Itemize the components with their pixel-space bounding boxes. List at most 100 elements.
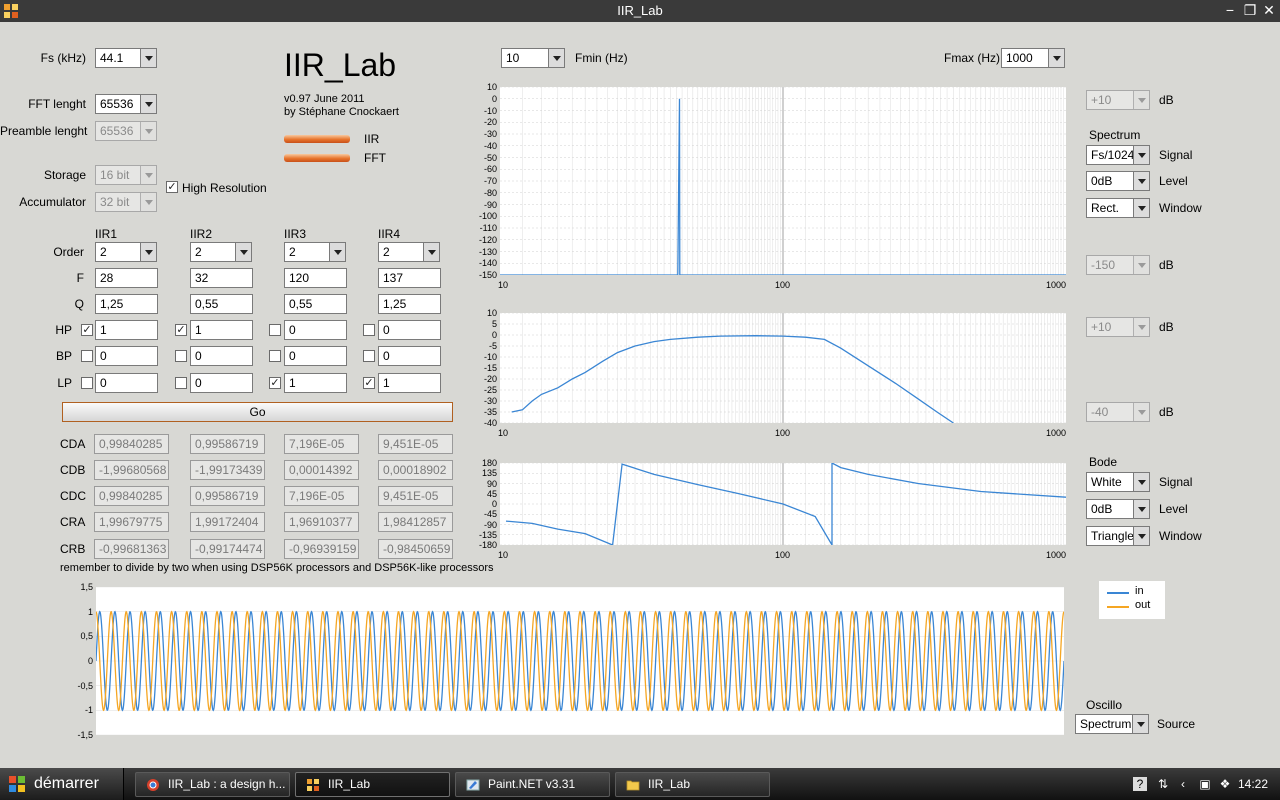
iir1-hp-checkbox[interactable]: ✓	[81, 324, 93, 336]
hp-row-label: HP	[55, 323, 72, 337]
iir4-lp-checkbox[interactable]: ✓	[363, 377, 375, 389]
cra-iir1-value: 1,99679775	[94, 512, 169, 532]
cra-label: CRA	[60, 515, 86, 529]
x-tick-label: 100	[775, 280, 791, 290]
iir3-bp-checkbox[interactable]	[269, 350, 281, 362]
magnitude-plot-area	[500, 313, 1066, 423]
chevron-down-icon	[1133, 146, 1149, 164]
minimize-button[interactable]: −	[1221, 2, 1239, 19]
magnitude-bottom-unit: dB	[1159, 405, 1174, 419]
iir4-hp-checkbox[interactable]	[363, 324, 375, 336]
iir1-lp-checkbox[interactable]	[81, 377, 93, 389]
maximize-button[interactable]: ❐	[1241, 2, 1259, 19]
iir4-order-select[interactable]: 2	[378, 242, 440, 262]
iir2-header: IIR2	[190, 227, 213, 241]
go-button[interactable]: Go	[62, 402, 453, 422]
y-tick-label: 0	[491, 499, 497, 509]
oscillo-source-label: Source	[1157, 717, 1196, 731]
iir4-bp-checkbox[interactable]	[363, 350, 375, 362]
bode-section-label: Bode	[1089, 455, 1118, 469]
spectrum-bottom-unit: dB	[1159, 258, 1174, 272]
iir1-order-select[interactable]: 2	[95, 242, 157, 262]
dropbox-icon[interactable]: ❖	[1218, 777, 1232, 791]
iir3-bp-input[interactable]: 0	[284, 346, 347, 366]
iir4-q-input[interactable]: 1,25	[378, 294, 441, 314]
monitor-icon[interactable]: ▣	[1198, 777, 1212, 791]
iir1-bp-checkbox[interactable]	[81, 350, 93, 362]
legend-in-swatch	[1107, 592, 1129, 594]
fft-length-select[interactable]: 65536	[95, 94, 157, 114]
start-button[interactable]: démarrer	[0, 768, 124, 800]
window-title: IIR_Lab	[617, 3, 663, 18]
iir2-lp-checkbox[interactable]	[175, 377, 187, 389]
bode-level-select[interactable]: 0dB	[1086, 499, 1150, 519]
bode-signal-select[interactable]: White	[1086, 472, 1150, 492]
y-tick-label: 0	[87, 656, 93, 666]
legend-in-label: in	[1135, 585, 1144, 597]
bode-signal-value: White	[1091, 475, 1122, 489]
iir1-hp-input[interactable]: 1	[95, 320, 158, 340]
iir3-q-input[interactable]: 0,55	[284, 294, 347, 314]
y-tick-label: -35	[483, 407, 497, 417]
oscillo-legend: in out	[1099, 581, 1165, 619]
iir1-lp-input[interactable]: 0	[95, 373, 158, 393]
high-resolution-label: High Resolution	[182, 181, 267, 195]
iir1-q-input[interactable]: 1,25	[95, 294, 158, 314]
cdc-iir2-value: 0,99586719	[190, 486, 265, 506]
taskbar-item-folder[interactable]: IIR_Lab	[615, 772, 770, 797]
chevron-down-icon	[140, 95, 156, 113]
fs-select[interactable]: 44.1	[95, 48, 157, 68]
iir1-bp-input[interactable]: 0	[95, 346, 158, 366]
lp-row-label: LP	[57, 376, 72, 390]
iir2-bp-checkbox[interactable]	[175, 350, 187, 362]
iir3-hp-input[interactable]: 0	[284, 320, 347, 340]
iir3-order-select[interactable]: 2	[284, 242, 346, 262]
iir2-f-input[interactable]: 32	[190, 268, 253, 288]
y-tick-label: -15	[483, 363, 497, 373]
iir2-hp-input[interactable]: 1	[190, 320, 253, 340]
x-tick-label: 100	[775, 428, 791, 438]
f-row-label: F	[76, 271, 84, 285]
iir3-hp-checkbox[interactable]	[269, 324, 281, 336]
spectrum-window-select[interactable]: Rect.	[1086, 198, 1150, 218]
spectrum-signal-select[interactable]: Fs/1024	[1086, 145, 1150, 165]
taskbar-item-iir-lab[interactable]: IIR_Lab	[295, 772, 450, 797]
iir2-order-select[interactable]: 2	[190, 242, 252, 262]
iir3-lp-checkbox[interactable]: ✓	[269, 377, 281, 389]
iir2-q-input[interactable]: 0,55	[190, 294, 253, 314]
y-tick-label: -60	[483, 164, 497, 175]
close-button[interactable]: ✕	[1260, 2, 1278, 19]
iir2-lp-input[interactable]: 0	[190, 373, 253, 393]
magnitude-series-line	[511, 335, 954, 423]
bode-window-select[interactable]: Triangle	[1086, 526, 1150, 546]
fmax-select[interactable]: 1000	[1001, 48, 1065, 68]
oscillo-source-select[interactable]: Spectrum	[1075, 714, 1149, 734]
spectrum-level-select[interactable]: 0dB	[1086, 171, 1150, 191]
y-tick-label: -80	[483, 187, 497, 198]
magnitude-bottom-value: -40	[1091, 405, 1109, 419]
taskbar-item-paint-net[interactable]: Paint.NET v3.31	[455, 772, 610, 797]
task-label: IIR_Lab	[648, 777, 691, 791]
accumulator-value: 32 bit	[100, 195, 130, 209]
iir4-lp-input[interactable]: 1	[378, 373, 441, 393]
taskbar-item-browser[interactable]: IIR_Lab : a design h...	[135, 772, 290, 797]
fmin-select[interactable]: 10	[501, 48, 565, 68]
y-tick-label: 0,5	[80, 631, 93, 642]
iir2-bp-input[interactable]: 0	[190, 346, 253, 366]
back-arrow-icon[interactable]: ‹	[1176, 777, 1190, 791]
fs-label: Fs (kHz)	[40, 51, 86, 65]
iir2-hp-checkbox[interactable]: ✓	[175, 324, 187, 336]
iir4-hp-input[interactable]: 0	[378, 320, 441, 340]
iir1-f-input[interactable]: 28	[95, 268, 158, 288]
iir3-f-input[interactable]: 120	[284, 268, 347, 288]
iir-indicator-label: IIR	[364, 132, 380, 146]
iir4-f-input[interactable]: 137	[378, 268, 441, 288]
network-icon[interactable]: ⇅	[1156, 777, 1170, 791]
y-tick-label: -10	[483, 105, 497, 116]
iir3-lp-input[interactable]: 1	[284, 373, 347, 393]
iir4-bp-input[interactable]: 0	[378, 346, 441, 366]
high-resolution-checkbox[interactable]: ✓	[166, 181, 178, 193]
help-icon[interactable]: ?	[1133, 777, 1147, 791]
title-bar: IIR_Lab − ❐ ✕	[0, 0, 1280, 22]
windows-logo-icon	[9, 776, 25, 792]
